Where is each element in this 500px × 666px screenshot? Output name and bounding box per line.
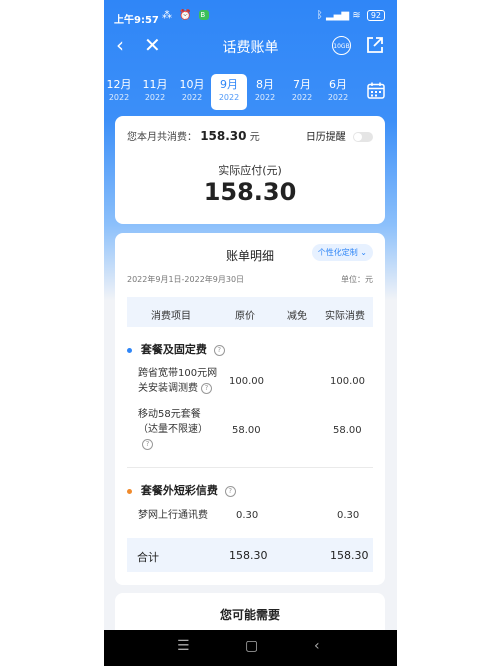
total-actual: 158.30: [330, 549, 369, 562]
section-title: 套餐外短彩信费: [140, 484, 218, 497]
month-label: 11月: [142, 78, 168, 91]
nav-bar: ‹ ✕ 话费账单 10GB: [104, 34, 397, 60]
menu-icon[interactable]: ☰: [177, 638, 190, 654]
month-tab-jun[interactable]: 6月 2022: [320, 74, 356, 110]
month-label: 6月: [329, 78, 347, 91]
status-bar: 上午9:57 ⁂ ⏰ B ᛒ ▂▄▆ ≋ 92: [104, 0, 397, 34]
help-icon[interactable]: ?: [224, 485, 236, 497]
month-tab-jul[interactable]: 7月 2022: [284, 74, 320, 110]
month-year: 2022: [181, 93, 203, 102]
total-row: 合计 158.30 158.30: [127, 538, 373, 572]
item-name-line1: 跨省宽带100元网: [138, 368, 218, 379]
reminder-label: 日历提醒: [305, 132, 346, 143]
month-year: 2022: [108, 93, 130, 102]
blue-dot-icon: [127, 347, 132, 353]
back-nav-icon[interactable]: ‹: [314, 638, 320, 654]
table-header: 消费项目 原价 减免 实际消费: [127, 297, 373, 327]
help-icon[interactable]: ?: [213, 344, 225, 356]
status-time: 上午9:57: [114, 15, 159, 26]
phone-screen: 上午9:57 ⁂ ⏰ B ᛒ ▂▄▆ ≋ 92 ‹ ✕ 话费账单 10GB 12…: [104, 0, 397, 666]
unit-label: 单位：元: [341, 275, 373, 284]
column-header-price: 原价: [235, 311, 255, 322]
section-divider: [127, 467, 373, 468]
month-label: 7月: [293, 78, 311, 91]
battery-icon: 92: [366, 10, 385, 21]
reminder-toggle[interactable]: [353, 132, 373, 142]
item-name-line1: 移动58元套餐: [138, 409, 201, 420]
month-year: 2022: [291, 93, 313, 102]
column-header-discount: 减免: [287, 311, 307, 322]
month-year: 2022: [218, 93, 240, 102]
item-actual: 100.00: [330, 376, 365, 387]
item-name: 梦网上行通讯费: [138, 510, 208, 521]
data-package-icon[interactable]: 10GB: [332, 36, 351, 55]
home-icon[interactable]: ▢: [245, 638, 258, 654]
item-name: 跨省宽带100元网 关安装调测费?: [138, 366, 217, 396]
month-tab-sep[interactable]: 9月 2022: [211, 74, 247, 110]
system-nav-bar: ☰ ▢ ‹: [104, 630, 397, 666]
alarm-icon: ⏰: [179, 10, 194, 21]
consumption-label: 您本月共消费：: [127, 132, 197, 143]
item-name-line2: 关安装调测费: [138, 383, 198, 394]
item-name-line2: （达量不限速）: [138, 424, 208, 435]
calendar-icon[interactable]: [367, 82, 385, 99]
month-selector: 12月 2022 11月 2022 10月 2022 9月 2022 8月 20…: [104, 74, 397, 110]
month-tab-nov[interactable]: 11月 2022: [137, 74, 173, 110]
item-name: 移动58元套餐 （达量不限速） ?: [138, 407, 208, 452]
help-icon[interactable]: ?: [201, 382, 212, 394]
item-help-wrap: ?: [138, 437, 208, 452]
column-header-actual: 实际消费: [325, 311, 365, 322]
app-notification-icon: B: [198, 10, 209, 20]
item-name-line2-wrap: 关安装调测费?: [138, 381, 217, 396]
orange-dot-icon: [127, 488, 132, 494]
month-tab-oct[interactable]: 10月 2022: [174, 74, 210, 110]
month-year: 2022: [144, 93, 166, 102]
pay-label: 实际应付(元): [218, 164, 282, 177]
item-actual: 0.30: [337, 510, 360, 521]
status-icons-left: ⁂ ⏰ B: [162, 10, 209, 21]
calendar-reminder: 日历提醒: [306, 128, 373, 143]
bill-detail-card: 账单明细 个性化定制 ⌄ 2022年9月1日-2022年9月30日 单位：元 消…: [115, 233, 385, 585]
maybe-need-title: 您可能需要: [219, 608, 280, 622]
signal-icon: ▂▄▆: [325, 10, 350, 21]
month-label: 9月: [220, 78, 238, 91]
pay-amount: 158.30: [203, 178, 297, 206]
item-price: 100.00: [229, 376, 264, 387]
no-wifi-icon: ⁂: [162, 10, 174, 21]
item-price: 58.00: [232, 425, 261, 436]
total-label: 合计: [137, 551, 159, 564]
share-icon[interactable]: [366, 36, 384, 54]
month-tab-aug[interactable]: 8月 2022: [247, 74, 283, 110]
chevron-down-icon: ⌄: [360, 248, 367, 257]
consumption-amount: 158.30: [200, 129, 247, 143]
bluetooth-icon: ᛒ: [316, 10, 323, 21]
status-icons-right: ᛒ ▂▄▆ ≋ 92: [317, 10, 385, 21]
item-actual: 58.00: [333, 425, 362, 436]
item-price: 0.30: [236, 510, 259, 521]
date-range: 2022年9月1日-2022年9月30日: [127, 275, 245, 284]
total-price: 158.30: [229, 549, 268, 562]
wifi-icon: ≋: [352, 10, 361, 21]
month-year: 2022: [327, 93, 349, 102]
monthly-consumption: 您本月共消费： 158.30 元: [127, 128, 260, 143]
customize-label: 个性化定制: [317, 248, 358, 257]
month-label: 10月: [179, 78, 205, 91]
page-title: 话费账单: [222, 40, 279, 56]
customize-button[interactable]: 个性化定制 ⌄: [311, 244, 373, 261]
month-label: 12月: [106, 78, 132, 91]
consumption-unit: 元: [249, 132, 260, 143]
column-header-item: 消费项目: [151, 311, 191, 322]
help-icon[interactable]: ?: [142, 438, 153, 450]
month-year: 2022: [254, 93, 276, 102]
section-extra-sms: 套餐外短彩信费 ?: [127, 482, 236, 498]
section-title: 套餐及固定费: [140, 343, 207, 356]
bill-summary-card: 您本月共消费： 158.30 元 日历提醒 实际应付(元) 158.30: [115, 116, 385, 224]
month-tab-dec[interactable]: 12月 2022: [104, 74, 137, 110]
month-label: 8月: [256, 78, 274, 91]
section-package-fixed: 套餐及固定费 ?: [127, 341, 225, 357]
